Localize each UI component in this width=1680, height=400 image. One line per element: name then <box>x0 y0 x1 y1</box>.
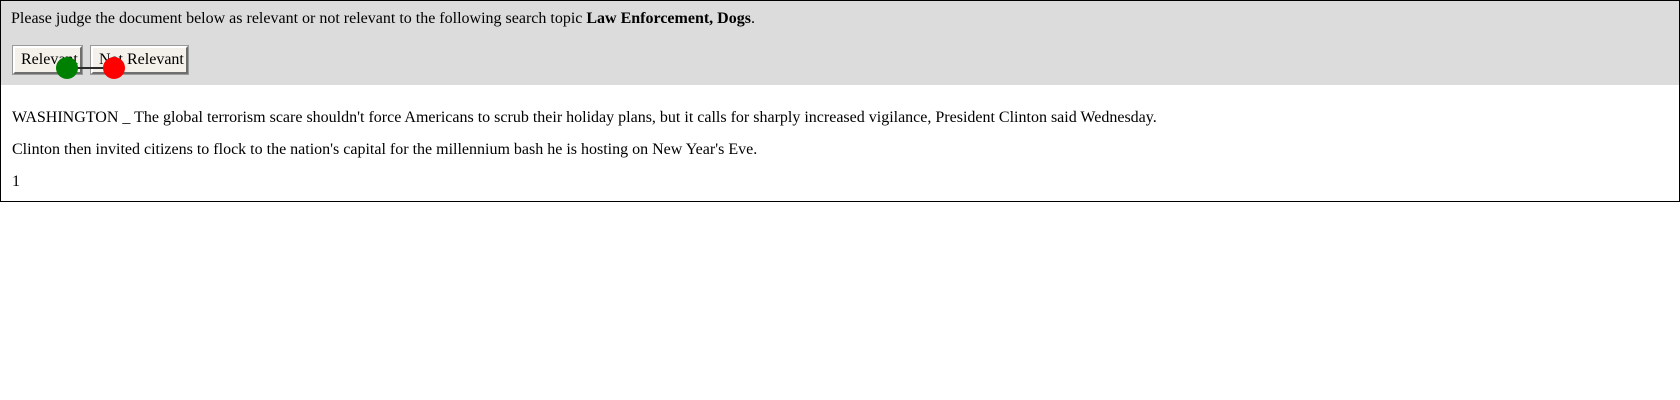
green-marker-dot <box>56 57 78 79</box>
document-paragraph-2: Clinton then invited citizens to flock t… <box>12 141 758 158</box>
prompt-text: Please judge the document below as relev… <box>11 10 587 27</box>
document-paragraph-1: WASHINGTON _ The global terrorism scare … <box>12 109 1157 126</box>
red-marker-dot <box>103 57 125 79</box>
search-topic: Law Enforcement, Dogs <box>586 10 751 27</box>
prompt-suffix: . <box>750 10 755 27</box>
judgment-prompt: Please judge the document below as relev… <box>11 9 755 29</box>
judgment-header-panel: Please judge the document below as relev… <box>0 0 1680 86</box>
document-paragraph-3: 1 <box>12 173 20 190</box>
document-panel: WASHINGTON _ The global terrorism scare … <box>0 85 1680 202</box>
